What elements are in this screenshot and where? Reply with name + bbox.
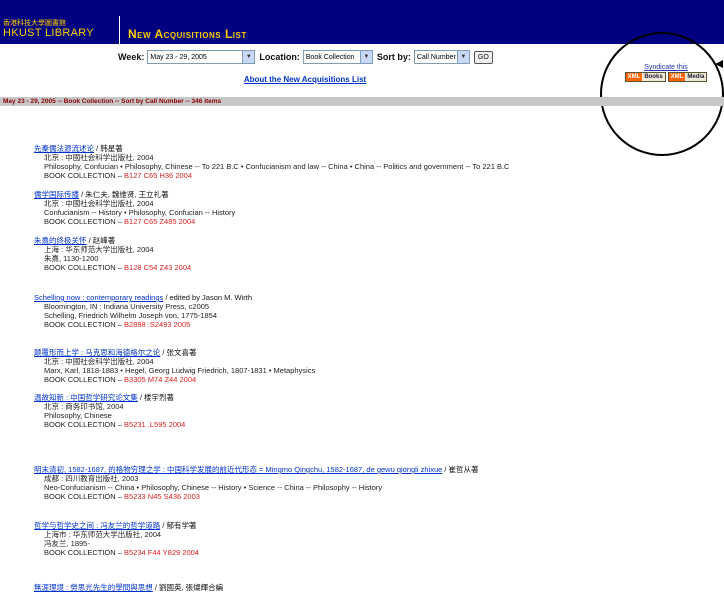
author-text: / 张文喜著 (160, 348, 197, 357)
title-link[interactable]: 儒学国际传播 (34, 190, 79, 199)
entry-heading: 哲学与哲学史之间 : 冯友兰的哲学道路 / 郁有学著 (0, 521, 724, 530)
author-text: / 郁有学著 (160, 521, 197, 530)
title-link[interactable]: 温故知新 : 中国哲学研究论文集 (34, 393, 138, 402)
location-label: Location: (259, 52, 300, 62)
call-number: B5231 .L595 2004 (124, 420, 186, 429)
title-link[interactable]: Schelling now : contemporary readings (34, 293, 163, 302)
list-item: 儒学国际传播 / 朱仁夫, 魏维贤, 王立礼著 北京 : 中國社会科学出版社, 2… (0, 190, 724, 226)
author-text: / 劉國英, 張燦輝合編 (152, 583, 224, 592)
call-number: B5233 N45 S436 2003 (124, 492, 200, 501)
chevron-down-icon: ▼ (242, 51, 255, 63)
author-text: / 韩星著 (94, 144, 123, 153)
week-select[interactable]: May 23 - 29, 2005 ▼ (147, 50, 256, 64)
entry-detail-line: Neo-Confucianism -- China • Philosophy, … (44, 483, 383, 492)
arrow-pointer-icon (715, 60, 723, 68)
entry-detail-line: 北京 : 中國社会科学出版社, 2004 (44, 357, 154, 366)
entry-detail-line: Bloomington, IN : Indiana University Pre… (44, 302, 210, 311)
about-link[interactable]: About the New Acquisitions List (0, 75, 610, 84)
collection-line: BOOK COLLECTION – B127 C65 Z485 2004 (0, 217, 724, 226)
author-text: / 朱仁夫, 魏维贤, 王立礼著 (79, 190, 169, 199)
sort-label: Sort by: (376, 52, 411, 62)
chevron-down-icon: ▼ (359, 51, 372, 63)
call-number: B5234 F44 Y829 2004 (124, 548, 199, 557)
collection-label: BOOK COLLECTION – (44, 548, 125, 557)
entry-detail-line: 朱熹, 1130-1200 (44, 254, 99, 263)
entry-detail-line: Confucianism -- History • Philosophy, Co… (44, 208, 236, 217)
entry-heading: 颠覆形而上学 : 马克思和海德格尔之论 / 张文喜著 (0, 348, 724, 357)
collection-line: BOOK COLLECTION – B5234 F44 Y829 2004 (0, 548, 724, 557)
collection-label: BOOK COLLECTION – (44, 171, 125, 180)
entry-detail-line: 北京 : 中國社会科学出版社, 2004 (44, 153, 154, 162)
header-divider (119, 16, 120, 44)
collection-line: BOOK COLLECTION – B2898 .S2493 2005 (0, 320, 724, 329)
list-item: 温故知新 : 中国哲学研究论文集 / 楼宇烈著 北京 : 商务印书馆, 2004 P… (0, 393, 724, 429)
library-logo[interactable]: 香港科技大學圖書館 HKUST LIBRARY (0, 0, 118, 44)
entry-heading: Schelling now : contemporary readings / … (0, 293, 724, 302)
week-label: Week: (118, 52, 145, 62)
location-select[interactable]: Book Collection ▼ (302, 50, 373, 64)
call-number: B3305 M74 Z44 2004 (124, 375, 197, 384)
summary-bar: May 23 - 29, 2005 -- Book Collection -- … (0, 97, 724, 106)
collection-line: BOOK COLLECTION – B5233 N45 S436 2003 (0, 492, 724, 501)
call-number: B2898 .S2493 2005 (124, 320, 191, 329)
entry-heading: 儒学国际传播 / 朱仁夫, 魏维贤, 王立礼著 (0, 190, 724, 199)
header-banner: 香港科技大學圖書館 HKUST LIBRARY New Acquisitions… (0, 0, 724, 44)
call-number: B127 C65 Z485 2004 (124, 217, 196, 226)
entry-detail-line: Marx, Karl, 1818-1883 • Hegel, Georg Lud… (44, 366, 316, 375)
author-text: / 赵峰著 (86, 236, 116, 245)
sort-select[interactable]: Call Number ▼ (413, 50, 470, 64)
list-item: Schelling now : contemporary readings / … (0, 293, 724, 329)
entry-detail-line: 上海市 : 华东师范大学出版社, 2004 (44, 530, 162, 539)
entry-heading: 温故知新 : 中国哲学研究论文集 / 楼宇烈著 (0, 393, 724, 402)
filter-controls: Week: May 23 - 29, 2005 ▼ Location: Book… (118, 50, 493, 64)
list-item: 颠覆形而上学 : 马克思和海德格尔之论 / 张文喜著 北京 : 中國社会科学出版社… (0, 348, 724, 384)
list-item: 先秦儒法源流述论 / 韩星著 北京 : 中國社会科学出版社, 2004 Philos… (0, 144, 724, 180)
collection-label: BOOK COLLECTION – (44, 420, 125, 429)
list-item: 無涯理境 : 勞思光先生的學問與思想 / 劉國英, 張燦輝合編 (0, 583, 724, 592)
entry-detail-line: Philosophy, Chinese (44, 411, 112, 420)
library-name-en: HKUST LIBRARY (3, 27, 94, 39)
go-button[interactable]: GO (473, 50, 493, 64)
collection-label: BOOK COLLECTION – (44, 375, 125, 384)
collection-line: BOOK COLLECTION – B127 C65 H36 2004 (0, 171, 724, 180)
collection-line: BOOK COLLECTION – B128 C54 Z43 2004 (0, 263, 724, 272)
author-text: / 崔哲从著 (442, 465, 479, 474)
collection-label: BOOK COLLECTION – (44, 263, 125, 272)
chevron-down-icon: ▼ (456, 51, 469, 63)
author-text: / 楼宇烈著 (137, 393, 175, 402)
entry-heading: 朱熹的终极关怀 / 赵峰著 (0, 236, 724, 245)
list-item: 朱熹的终极关怀 / 赵峰著 上海 : 华东师范大学出版社, 2004 朱熹, 113… (0, 236, 724, 272)
list-item: 明末清初, 1582-1687, 的格物穷理之学 : 中国科学发展的前近代形态 … (0, 465, 724, 501)
title-link[interactable]: 朱熹的终极关怀 (34, 236, 87, 245)
entry-detail-line: 成都 : 四川教育出版社, 2003 (44, 474, 139, 483)
collection-label: BOOK COLLECTION – (44, 320, 125, 329)
title-link[interactable]: 哲学与哲学史之间 : 冯友兰的哲学道路 (34, 521, 160, 530)
collection-label: BOOK COLLECTION – (44, 492, 125, 501)
call-number: B128 C54 Z43 2004 (124, 263, 192, 272)
entry-heading: 明末清初, 1582-1687, 的格物穷理之学 : 中国科学发展的前近代形态 … (0, 465, 724, 474)
entry-heading: 無涯理境 : 勞思光先生的學問與思想 / 劉國英, 張燦輝合編 (0, 583, 724, 592)
list-item: 哲学与哲学史之间 : 冯友兰的哲学道路 / 郁有学著 上海市 : 华东师范大学出版… (0, 521, 724, 557)
collection-line: BOOK COLLECTION – B5231 .L595 2004 (0, 420, 724, 429)
entry-detail-line: 北京 : 商务印书馆, 2004 (44, 402, 124, 411)
entry-heading: 先秦儒法源流述论 / 韩星著 (0, 144, 724, 153)
page-title: New Acquisitions List (128, 27, 247, 41)
call-number: B127 C65 H36 2004 (124, 171, 192, 180)
collection-line: BOOK COLLECTION – B3305 M74 Z44 2004 (0, 375, 724, 384)
title-link[interactable]: 明末清初, 1582-1687, 的格物穷理之学 : 中国科学发展的前近代形态 … (34, 465, 442, 474)
title-link[interactable]: 颠覆形而上学 : 马克思和海德格尔之论 (34, 348, 160, 357)
entry-detail-line: 北京 : 中國社会科学出版社, 2004 (44, 199, 154, 208)
author-text: / edited by Jason M. Wirth (163, 293, 253, 302)
title-link[interactable]: 先秦儒法源流述论 (34, 144, 94, 153)
entry-detail-line: 冯友兰, 1895- (44, 539, 90, 548)
entry-detail-line: Philosophy, Confucian • Philosophy, Chin… (44, 162, 510, 171)
highlight-circle (600, 32, 724, 156)
title-link[interactable]: 無涯理境 : 勞思光先生的學問與思想 (34, 583, 153, 592)
collection-label: BOOK COLLECTION – (44, 217, 125, 226)
entry-detail-line: Schelling, Friedrich Wilhelm Joseph von,… (44, 311, 218, 320)
entry-detail-line: 上海 : 华东师范大学出版社, 2004 (44, 245, 154, 254)
